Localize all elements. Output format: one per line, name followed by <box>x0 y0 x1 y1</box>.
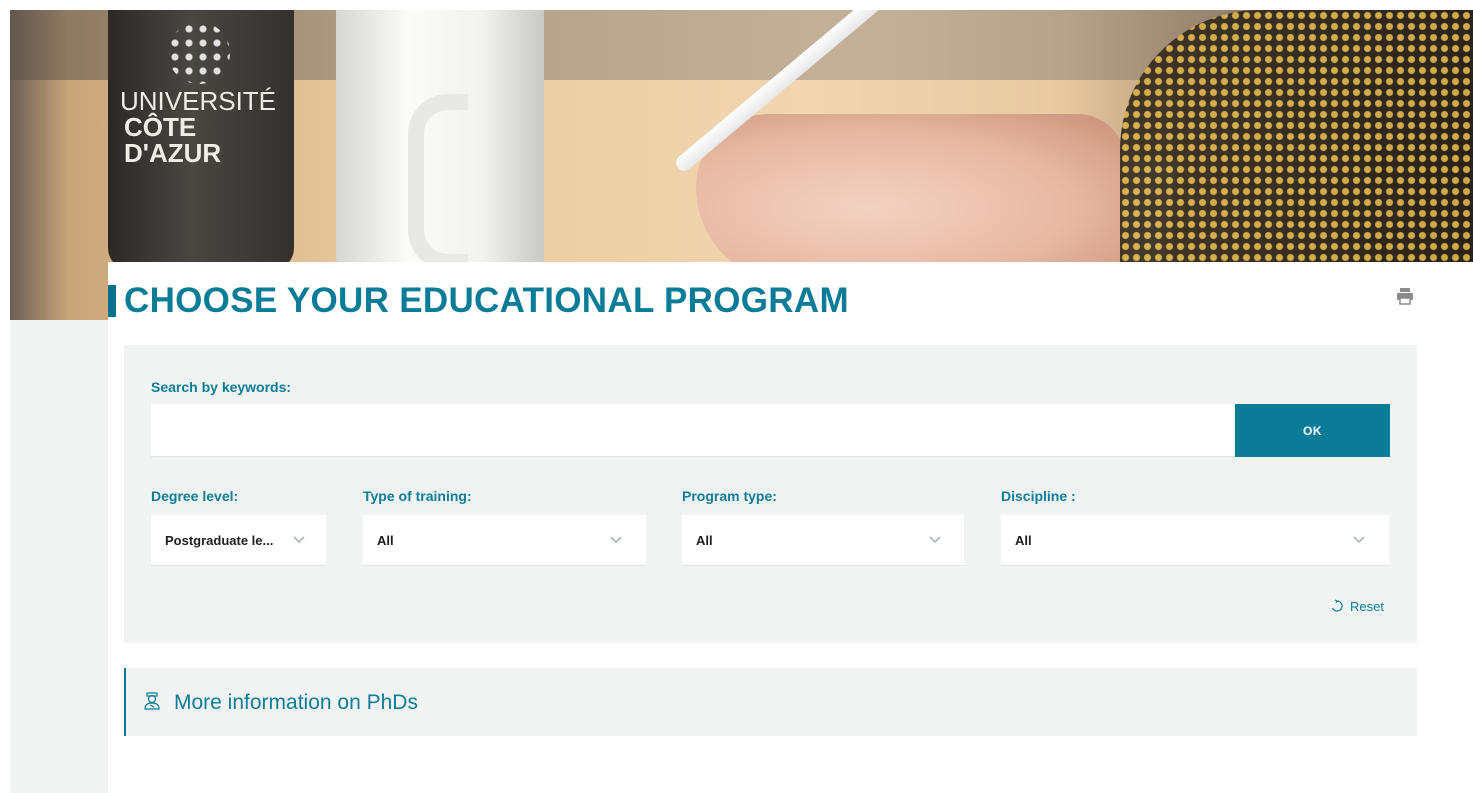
program-type-label: Program type: <box>682 488 777 504</box>
printer-icon[interactable] <box>1396 287 1414 305</box>
discipline-label: Discipline : <box>1001 488 1076 504</box>
university-logo-line2: CÔTE D'AZUR <box>124 112 222 168</box>
phd-info-label: More information on PhDs <box>174 691 418 714</box>
chevron-down-icon <box>1353 536 1365 543</box>
title-accent-bar <box>108 285 116 317</box>
hero-hand <box>696 114 1126 284</box>
chevron-down-icon <box>929 536 941 543</box>
chevron-down-icon <box>293 536 305 543</box>
type-of-training-label: Type of training: <box>363 488 472 504</box>
degree-level-value: Postgraduate le... <box>165 533 274 548</box>
reset-icon <box>1331 599 1343 612</box>
university-logo-line1: UNIVERSITÉ <box>120 86 277 116</box>
discipline-select[interactable]: All <box>1001 515 1389 566</box>
ok-button[interactable]: OK <box>1235 404 1390 457</box>
phd-info-link[interactable]: More information on PhDs <box>124 668 1417 736</box>
reset-label: Reset <box>1350 598 1384 614</box>
graduate-icon <box>144 692 160 710</box>
program-type-select[interactable]: All <box>682 515 964 566</box>
degree-level-select[interactable]: Postgraduate le... <box>151 515 326 566</box>
discipline-value: All <box>1015 533 1032 548</box>
degree-level-label: Degree level: <box>151 488 239 504</box>
type-of-training-select[interactable]: All <box>363 515 646 566</box>
reset-button[interactable]: Reset <box>1330 597 1384 615</box>
chevron-down-icon <box>610 536 622 543</box>
hero-bottle: UNIVERSITÉ CÔTE D'AZUR <box>108 10 294 270</box>
program-type-value: All <box>696 533 713 548</box>
left-gutter <box>10 320 108 793</box>
page-title: CHOOSE YOUR EDUCATIONAL PROGRAM <box>124 281 849 320</box>
hero-mug-handle <box>408 94 468 270</box>
keywords-label: Search by keywords: <box>151 379 292 395</box>
page-title-row: CHOOSE YOUR EDUCATIONAL PROGRAM <box>108 281 1428 321</box>
university-logo-mark <box>168 22 230 84</box>
keywords-input[interactable] <box>151 404 1235 457</box>
type-of-training-value: All <box>377 533 394 548</box>
